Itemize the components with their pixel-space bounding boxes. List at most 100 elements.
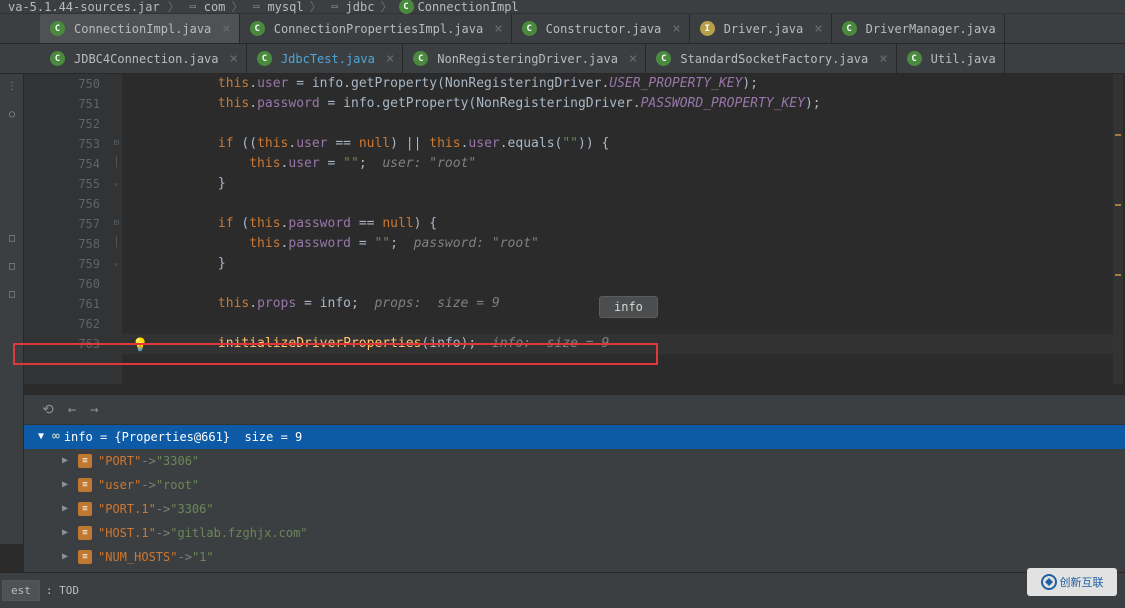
- fold-icon[interactable]: │: [114, 238, 119, 248]
- chevron-right-icon: 〉: [231, 0, 243, 15]
- variable-row[interactable]: ▶≡"user" -> "root": [24, 473, 1125, 497]
- line-number[interactable]: 759: [24, 254, 100, 274]
- sidebar-tool-button[interactable]: ○: [0, 102, 24, 126]
- code-line[interactable]: [124, 114, 1125, 134]
- variables-tree[interactable]: ▼ ∞ info = {Properties@661} size = 9 ▶≡"…: [24, 425, 1125, 593]
- tab-standardsocketfactory[interactable]: StandardSocketFactory.java ×: [646, 44, 896, 73]
- close-icon[interactable]: ×: [230, 51, 238, 67]
- fold-icon[interactable]: ⌄: [114, 258, 119, 268]
- variable-row[interactable]: ▶≡"NUM_HOSTS" -> "1": [24, 545, 1125, 569]
- close-icon[interactable]: ×: [814, 21, 822, 37]
- line-number[interactable]: 757: [24, 214, 100, 234]
- tab-label: JDBC4Connection.java: [74, 52, 219, 66]
- class-icon: [50, 21, 65, 36]
- fold-icon[interactable]: ⊟: [114, 138, 119, 148]
- expand-icon[interactable]: ▶: [58, 449, 72, 473]
- close-icon[interactable]: ×: [629, 51, 637, 67]
- fold-icon[interactable]: │: [114, 158, 119, 168]
- code-line[interactable]: if (this.password == null) {: [124, 214, 1125, 234]
- editor-code[interactable]: this.user = info.getProperty(NonRegister…: [122, 74, 1125, 384]
- editor-tabs-row: JDBC4Connection.java × JdbcTest.java × N…: [0, 44, 1125, 74]
- code-line[interactable]: this.user = ""; user: "root": [124, 154, 1125, 174]
- tab-jdbctest[interactable]: JdbcTest.java ×: [247, 44, 403, 73]
- expand-icon[interactable]: ▶: [58, 521, 72, 545]
- breadcrumb-item[interactable]: mysql: [267, 0, 303, 14]
- code-line[interactable]: }: [124, 174, 1125, 194]
- code-line[interactable]: initializeDriverProperties(info); info: …: [124, 334, 1125, 354]
- code-line[interactable]: this.password = ""; password: "root": [124, 234, 1125, 254]
- tab-label: JdbcTest.java: [281, 52, 375, 66]
- editor-gutter[interactable]: 750751752753⊟754│755⌄756757⊟758│759⌄7607…: [24, 74, 122, 384]
- tab-connectionimpl[interactable]: ConnectionImpl.java ×: [40, 14, 240, 43]
- fold-icon[interactable]: ⊟: [114, 218, 119, 228]
- sidebar-tool-button[interactable]: □: [0, 282, 24, 306]
- tab-label: DriverManager.java: [866, 22, 996, 36]
- code-line[interactable]: this.user = info.getProperty(NonRegister…: [124, 74, 1125, 94]
- tab-nonregisteringdriver[interactable]: NonRegisteringDriver.java ×: [403, 44, 646, 73]
- line-number[interactable]: 755: [24, 174, 100, 194]
- line-number[interactable]: 761: [24, 294, 100, 314]
- line-number[interactable]: 750: [24, 74, 100, 94]
- expand-icon[interactable]: ▼: [34, 425, 48, 449]
- type-badge-icon: ≡: [78, 502, 92, 516]
- class-icon: [413, 51, 428, 66]
- close-icon[interactable]: ×: [879, 51, 887, 67]
- close-icon[interactable]: ×: [494, 21, 502, 37]
- tab-jdbc4connection[interactable]: JDBC4Connection.java ×: [40, 44, 247, 73]
- sidebar-tool-button[interactable]: □: [0, 226, 24, 250]
- tab-driver[interactable]: Driver.java ×: [690, 14, 832, 43]
- variable-row[interactable]: ▶≡"PORT.1" -> "3306": [24, 497, 1125, 521]
- fold-icon[interactable]: ⌄: [114, 178, 119, 188]
- tab-drivermanager[interactable]: DriverManager.java: [832, 14, 1005, 43]
- nav-back-icon[interactable]: ←: [68, 402, 76, 418]
- code-line[interactable]: if ((this.user == null) || this.user.equ…: [124, 134, 1125, 154]
- class-icon: [522, 21, 537, 36]
- close-icon[interactable]: ×: [386, 51, 394, 67]
- sidebar-tool-button[interactable]: □: [0, 254, 24, 278]
- variable-row[interactable]: ▶≡"PORT" -> "3306": [24, 449, 1125, 473]
- variable-row-root[interactable]: ▼ ∞ info = {Properties@661} size = 9: [24, 425, 1125, 449]
- tab-util[interactable]: Util.java: [897, 44, 1005, 73]
- tab-connectionpropertiesimpl[interactable]: ConnectionPropertiesImpl.java ×: [240, 14, 512, 43]
- editor-tabs-row: ConnectionImpl.java × ConnectionProperti…: [0, 14, 1125, 44]
- type-badge-icon: ≡: [78, 526, 92, 540]
- expand-icon[interactable]: ▶: [58, 497, 72, 521]
- expand-icon[interactable]: ▶: [58, 473, 72, 497]
- chevron-right-icon: 〉: [380, 0, 392, 15]
- tool-window-button[interactable]: est: [2, 580, 40, 601]
- line-number[interactable]: 760: [24, 274, 100, 294]
- code-line[interactable]: this.password = info.getProperty(NonRegi…: [124, 94, 1125, 114]
- breadcrumb-item[interactable]: ConnectionImpl: [418, 0, 519, 14]
- close-icon[interactable]: ×: [222, 21, 230, 37]
- close-icon[interactable]: ×: [672, 21, 680, 37]
- tab-constructor[interactable]: Constructor.java ×: [512, 14, 690, 43]
- line-number[interactable]: 762: [24, 314, 100, 334]
- class-icon: [656, 51, 671, 66]
- code-line[interactable]: [124, 194, 1125, 214]
- code-line[interactable]: [124, 274, 1125, 294]
- tab-label: NonRegisteringDriver.java: [437, 52, 618, 66]
- line-number[interactable]: 751: [24, 94, 100, 114]
- breadcrumb-item[interactable]: va-5.1.44-sources.jar: [6, 0, 162, 14]
- line-number[interactable]: 752: [24, 114, 100, 134]
- breadcrumb-item[interactable]: jdbc: [346, 0, 375, 14]
- variable-row[interactable]: ▶≡"HOST.1" -> "gitlab.fzghjx.com": [24, 521, 1125, 545]
- folder-icon: ▭: [328, 0, 342, 14]
- line-number[interactable]: 753: [24, 134, 100, 154]
- type-badge-icon: ≡: [78, 550, 92, 564]
- line-number[interactable]: 758: [24, 234, 100, 254]
- breadcrumb-item[interactable]: com: [204, 0, 226, 14]
- tab-label: Util.java: [931, 52, 996, 66]
- sidebar-tool-button[interactable]: ⋮: [0, 74, 24, 98]
- restart-frame-icon[interactable]: ⟲: [42, 402, 54, 418]
- status-bar: est : TOD: [0, 572, 1125, 608]
- editor-scrollbar[interactable]: [1113, 74, 1123, 384]
- code-editor[interactable]: 750751752753⊟754│755⌄756757⊟758│759⌄7607…: [24, 74, 1125, 384]
- watermark-logo: 创新互联: [1027, 568, 1117, 596]
- expand-icon[interactable]: ▶: [58, 545, 72, 569]
- nav-forward-icon[interactable]: →: [90, 402, 98, 418]
- code-line[interactable]: }: [124, 254, 1125, 274]
- line-number[interactable]: 756: [24, 194, 100, 214]
- line-number[interactable]: 763: [24, 334, 100, 354]
- line-number[interactable]: 754: [24, 154, 100, 174]
